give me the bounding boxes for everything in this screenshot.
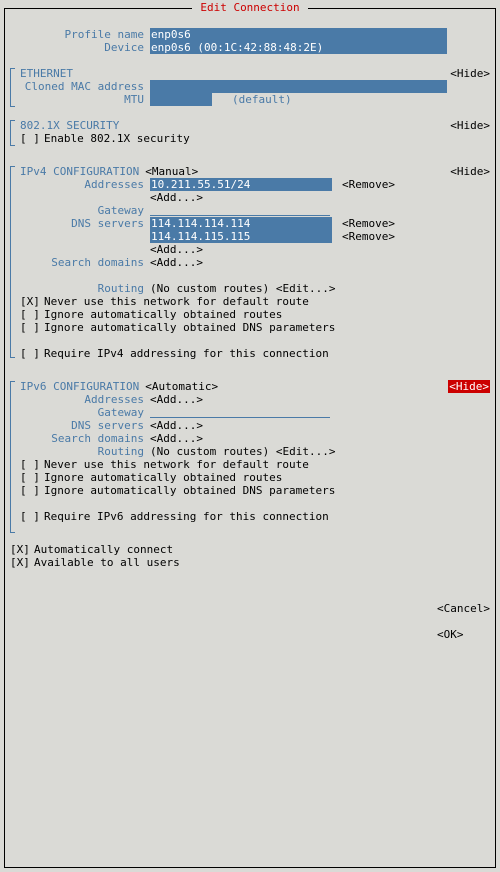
ipv4-routing-label: Routing: [10, 282, 150, 295]
ipv6-search-add-button[interactable]: <Add...>: [150, 432, 203, 445]
ipv6-c1-label: Never use this network for default route: [44, 458, 309, 471]
auto-connect-label: Automatically connect: [34, 543, 173, 556]
ipv4-address-add-button[interactable]: <Add...>: [150, 191, 203, 204]
ipv4-c4-checkbox[interactable]: [ ]: [20, 347, 44, 360]
ethernet-hide-button[interactable]: <Hide>: [450, 67, 490, 80]
ipv4-c4-label: Require IPv4 addressing for this connect…: [44, 347, 329, 360]
ok-button[interactable]: <OK>: [437, 628, 464, 641]
ipv6-dns-label: DNS servers: [10, 419, 150, 432]
ipv6-c4-label: Require IPv6 addressing for this connect…: [44, 510, 329, 523]
cloned-mac-label: Cloned MAC address: [10, 80, 150, 93]
ethernet-header: ETHERNET: [20, 67, 73, 80]
ipv6-c4-checkbox[interactable]: [ ]: [20, 510, 44, 523]
ipv4-c2-label: Ignore automatically obtained routes: [44, 308, 282, 321]
auto-connect-checkbox[interactable]: [X]: [10, 543, 34, 556]
window-title: Edit Connection: [192, 1, 307, 14]
ipv4-dns-0-input[interactable]: 114.114.114.114: [150, 217, 332, 230]
ipv4-routing-none: (No custom routes): [150, 282, 269, 295]
ipv4-mode-select[interactable]: <Manual>: [145, 165, 198, 178]
ipv6-routing-label: Routing: [10, 445, 150, 458]
ipv4-search-add-button[interactable]: <Add...>: [150, 256, 203, 269]
ipv4-address-0-remove-button[interactable]: <Remove>: [342, 178, 395, 191]
ipv4-dns-1-remove-button[interactable]: <Remove>: [342, 230, 395, 243]
ipv6-c3-label: Ignore automatically obtained DNS parame…: [44, 484, 335, 497]
ipv6-c2-label: Ignore automatically obtained routes: [44, 471, 282, 484]
ipv6-c1-checkbox[interactable]: [ ]: [20, 458, 44, 471]
ipv6-hide-button[interactable]: <Hide>: [448, 380, 490, 393]
ipv6-routing-edit-button[interactable]: <Edit...>: [276, 445, 336, 458]
ipv4-gateway-input[interactable]: [150, 204, 330, 216]
mtu-input[interactable]: [150, 93, 212, 106]
ipv4-dns-add-button[interactable]: <Add...>: [150, 243, 203, 256]
mtu-label: MTU: [10, 93, 150, 106]
ipv4-c2-checkbox[interactable]: [ ]: [20, 308, 44, 321]
mtu-default-text: (default): [232, 93, 292, 106]
ipv4-hide-button[interactable]: <Hide>: [450, 165, 490, 178]
8021x-hide-button[interactable]: <Hide>: [450, 119, 490, 132]
ipv6-header: IPv6 CONFIGURATION: [20, 380, 139, 393]
ipv4-gateway-label: Gateway: [10, 204, 150, 217]
ipv4-c3-label: Ignore automatically obtained DNS parame…: [44, 321, 335, 334]
ipv4-header: IPv4 CONFIGURATION: [20, 165, 139, 178]
available-all-label: Available to all users: [34, 556, 180, 569]
ipv4-c1-label: Never use this network for default route: [44, 295, 309, 308]
device-label: Device: [10, 41, 150, 54]
ipv4-c1-checkbox[interactable]: [X]: [20, 295, 44, 308]
device-input[interactable]: enp0s6 (00:1C:42:88:48:2E): [150, 41, 447, 54]
ipv6-dns-add-button[interactable]: <Add...>: [150, 419, 203, 432]
ipv4-address-0-input[interactable]: 10.211.55.51/24: [150, 178, 332, 191]
ipv4-routing-edit-button[interactable]: <Edit...>: [276, 282, 336, 295]
ipv6-mode-select[interactable]: <Automatic>: [145, 380, 218, 393]
ipv6-c2-checkbox[interactable]: [ ]: [20, 471, 44, 484]
ipv6-addresses-label: Addresses: [10, 393, 150, 406]
ipv4-dns-0-remove-button[interactable]: <Remove>: [342, 217, 395, 230]
available-all-checkbox[interactable]: [X]: [10, 556, 34, 569]
profile-name-input[interactable]: enp0s6: [150, 28, 447, 41]
cloned-mac-input[interactable]: [150, 80, 447, 93]
ipv4-addresses-label: Addresses: [10, 178, 150, 191]
ipv4-dns-label: DNS servers: [10, 217, 150, 230]
ipv4-dns-1-input[interactable]: 114.114.115.115: [150, 230, 332, 243]
ipv6-gateway-label: Gateway: [10, 406, 150, 419]
ipv6-gateway-input[interactable]: [150, 406, 330, 418]
ipv6-search-label: Search domains: [10, 432, 150, 445]
profile-name-label: Profile name: [10, 28, 150, 41]
ipv6-c3-checkbox[interactable]: [ ]: [20, 484, 44, 497]
8021x-header: 802.1X SECURITY: [20, 119, 119, 132]
ipv6-routing-none: (No custom routes): [150, 445, 269, 458]
8021x-enable-label: Enable 802.1X security: [44, 132, 190, 145]
ipv4-c3-checkbox[interactable]: [ ]: [20, 321, 44, 334]
ipv6-address-add-button[interactable]: <Add...>: [150, 393, 203, 406]
8021x-enable-checkbox[interactable]: [ ]: [20, 132, 44, 145]
cancel-button[interactable]: <Cancel>: [437, 602, 490, 615]
ipv4-search-label: Search domains: [10, 256, 150, 269]
